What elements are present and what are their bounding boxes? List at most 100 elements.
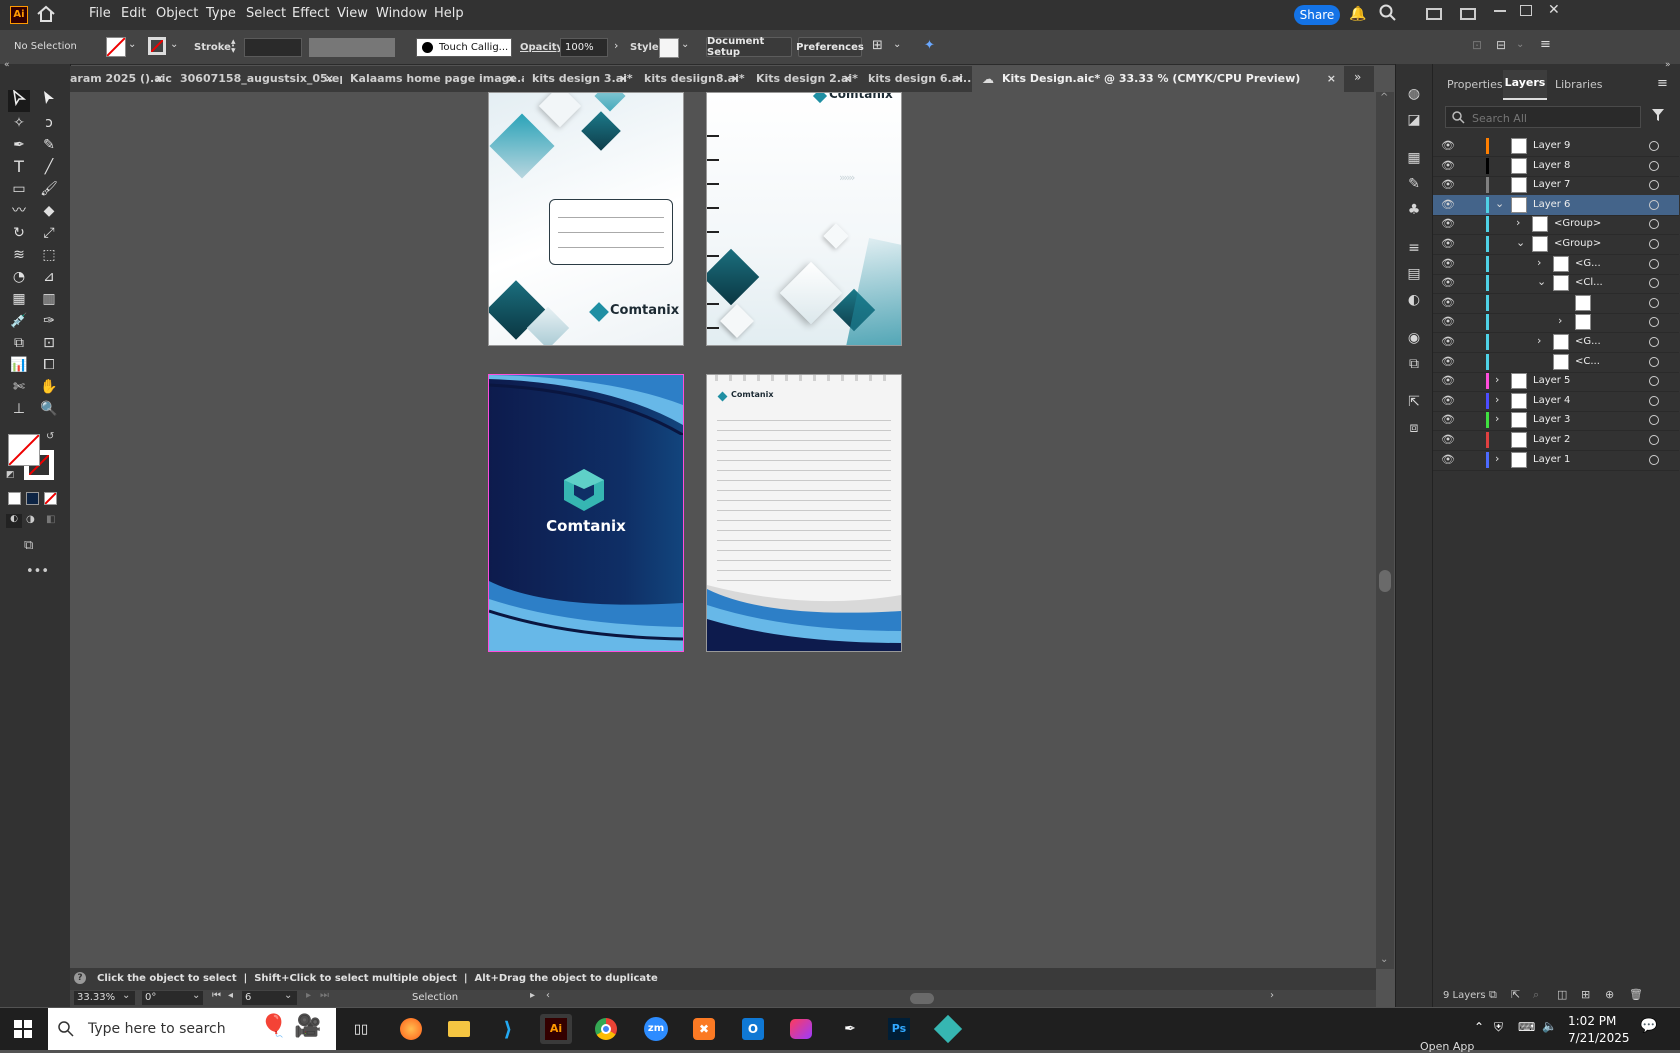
canvas[interactable]: Comtanix Comtanix ›››››› Comtanix Comtan… (70, 92, 1376, 969)
print-tiling-tool-icon[interactable]: ⊥ (8, 398, 30, 420)
shape-builder-tool-icon[interactable]: ◔ (8, 266, 30, 288)
menu-type[interactable]: Type (206, 6, 236, 21)
rotate-tool-icon[interactable]: ↻ (8, 222, 30, 244)
export-icon[interactable]: ⇱ (1511, 988, 1520, 1001)
hscroll-thumb[interactable] (910, 993, 934, 1004)
target-circle-icon[interactable] (1649, 435, 1659, 445)
document-setup-button[interactable]: Document Setup (706, 36, 792, 58)
clock-date[interactable]: 7/21/2025 (1568, 1031, 1630, 1045)
draw-inside-icon[interactable]: ◧ (46, 514, 55, 525)
symbols-icon[interactable]: ♣ (1406, 202, 1422, 218)
vscode-icon[interactable]: ⟩ (492, 1014, 524, 1044)
fill-swatch[interactable] (106, 37, 126, 57)
blend-tool-icon[interactable]: ⧉ (8, 332, 30, 354)
symbol-sprayer-tool-icon[interactable]: ⊡ (38, 332, 60, 354)
menu-window[interactable]: Window (376, 6, 427, 21)
brushes-icon[interactable]: ✎ (1406, 176, 1422, 192)
bell-icon[interactable]: 🔔 (1349, 6, 1366, 22)
appearance-icon[interactable]: ◍ (1406, 86, 1422, 102)
arrange-documents-icon[interactable] (1426, 8, 1442, 20)
paintbrush-tool-icon[interactable]: 🖌 (38, 178, 60, 200)
mesh-tool-icon[interactable]: ▦ (8, 288, 30, 310)
chevron-down-icon[interactable]: ⌄ (128, 39, 136, 50)
chevron-down-icon[interactable]: ⌄ (1516, 236, 1525, 249)
creative-cloud-icon[interactable] (785, 1014, 817, 1044)
lasso-tool-icon[interactable]: ↄ (38, 112, 60, 134)
home-icon[interactable] (36, 5, 56, 23)
slice-tool-icon[interactable]: ✄ (8, 376, 30, 398)
collapse-arrows-icon[interactable]: « (4, 60, 10, 70)
chevron-right-icon[interactable]: › (1558, 314, 1562, 327)
collapse-arrows-icon[interactable]: » (1665, 60, 1671, 70)
chevron-right-icon[interactable]: › (1537, 334, 1541, 347)
illustrator-taskbar-icon[interactable]: Ai (540, 1014, 572, 1044)
visibility-eye-icon[interactable]: 👁 (1441, 355, 1455, 368)
prev-artboard-icon[interactable]: ◂ (228, 990, 233, 1001)
menu-object[interactable]: Object (156, 6, 198, 21)
target-circle-icon[interactable] (1649, 199, 1659, 210)
selection-tool-icon[interactable] (8, 89, 30, 112)
layer-row[interactable]: 👁 › Layer 4 (1433, 391, 1679, 412)
close-tab-icon[interactable]: × (507, 66, 516, 92)
layer-row[interactable]: 👁 › <G... (1433, 332, 1679, 353)
pathfinder-icon[interactable]: ⧈ (1406, 420, 1422, 436)
draw-normal-icon[interactable]: ◐ (6, 514, 22, 528)
layer-name[interactable]: <G... (1575, 336, 1601, 347)
first-artboard-icon[interactable]: ⏮ (212, 990, 221, 1001)
stroke-stepper[interactable]: ▴ ▾ (231, 38, 236, 56)
layer-name[interactable]: Layer 4 (1533, 395, 1570, 406)
restore-button[interactable] (1520, 5, 1532, 16)
draw-behind-icon[interactable]: ◑ (26, 514, 35, 525)
arrange-icon[interactable]: ⊞ (872, 38, 883, 53)
gradient-icon[interactable]: ▤ (1406, 266, 1422, 282)
clipping-mask-icon[interactable]: ◫ (1557, 988, 1567, 1001)
layer-row[interactable]: 👁 › (1433, 312, 1679, 334)
artboard-blue-cover[interactable]: Comtanix (488, 374, 684, 652)
more-tabs-icon[interactable]: » (1354, 70, 1361, 84)
close-tab-icon[interactable]: × (325, 66, 334, 92)
layers-search-box[interactable] (1445, 106, 1641, 128)
search-icon[interactable] (1379, 4, 1397, 25)
artboard-notebook-cover-pattern[interactable]: Comtanix (488, 92, 684, 346)
task-view-icon[interactable]: ▯▯ (345, 1014, 377, 1044)
network-icon[interactable]: ⌨ (1518, 1020, 1535, 1034)
notifications-icon[interactable]: 💬 (1640, 1018, 1657, 1034)
brush-definition-dropdown[interactable]: Touch Callig... (416, 38, 512, 57)
target-circle-icon[interactable] (1649, 278, 1659, 289)
fill-color-box[interactable] (8, 434, 40, 466)
variable-width-dropdown[interactable] (309, 38, 395, 57)
rectangle-tool-icon[interactable]: ▭ (8, 178, 30, 200)
layer-row[interactable]: 👁 › <G... (1433, 254, 1679, 275)
chevron-right-icon[interactable]: › (614, 39, 618, 52)
curvature-tool-icon[interactable]: ✎ (38, 134, 60, 156)
visibility-eye-icon[interactable]: 👁 (1441, 315, 1455, 328)
visibility-eye-icon[interactable]: 👁 (1441, 139, 1455, 152)
target-circle-icon[interactable] (1649, 454, 1659, 465)
document-tab[interactable]: 30607158_augustsix_05.eps* × (172, 66, 342, 92)
locate-object-icon[interactable]: ⌕ (1533, 988, 1539, 1002)
document-tab[interactable]: Kits design 2.ai* × (748, 66, 860, 92)
artboard-tool-icon[interactable]: ⧠ (38, 354, 60, 376)
layer-name[interactable]: Layer 1 (1533, 454, 1570, 465)
workspace-icon[interactable] (1460, 8, 1476, 20)
file-explorer-icon[interactable] (443, 1014, 475, 1044)
layers-search-input[interactable] (1470, 109, 1634, 127)
visibility-eye-icon[interactable]: 👁 (1441, 178, 1455, 191)
line-tool-icon[interactable]: ╱ (38, 156, 60, 178)
visibility-eye-icon[interactable]: 👁 (1441, 374, 1455, 387)
hand-tool-icon[interactable]: ✋ (38, 376, 60, 398)
target-circle-icon[interactable] (1649, 219, 1659, 230)
chevron-down-icon[interactable]: ⌄ (1516, 39, 1524, 50)
firefox-icon[interactable] (395, 1014, 427, 1044)
target-circle-icon[interactable] (1649, 180, 1659, 191)
layer-name[interactable]: Layer 5 (1533, 375, 1570, 386)
menu-help[interactable]: Help (434, 6, 464, 21)
close-button[interactable]: ✕ (1548, 2, 1560, 18)
stroke-icon[interactable]: ≡ (1406, 240, 1422, 256)
target-circle-icon[interactable] (1649, 356, 1659, 367)
pen-tool-icon[interactable]: ✒ (8, 134, 30, 156)
layer-row[interactable]: 👁 › <Group> (1433, 214, 1679, 236)
layer-row[interactable]: 👁 ⌄ <Group> (1433, 234, 1679, 255)
menu-select[interactable]: Select (246, 6, 286, 21)
eyedropper-tool-icon[interactable]: 💉 (8, 310, 30, 332)
